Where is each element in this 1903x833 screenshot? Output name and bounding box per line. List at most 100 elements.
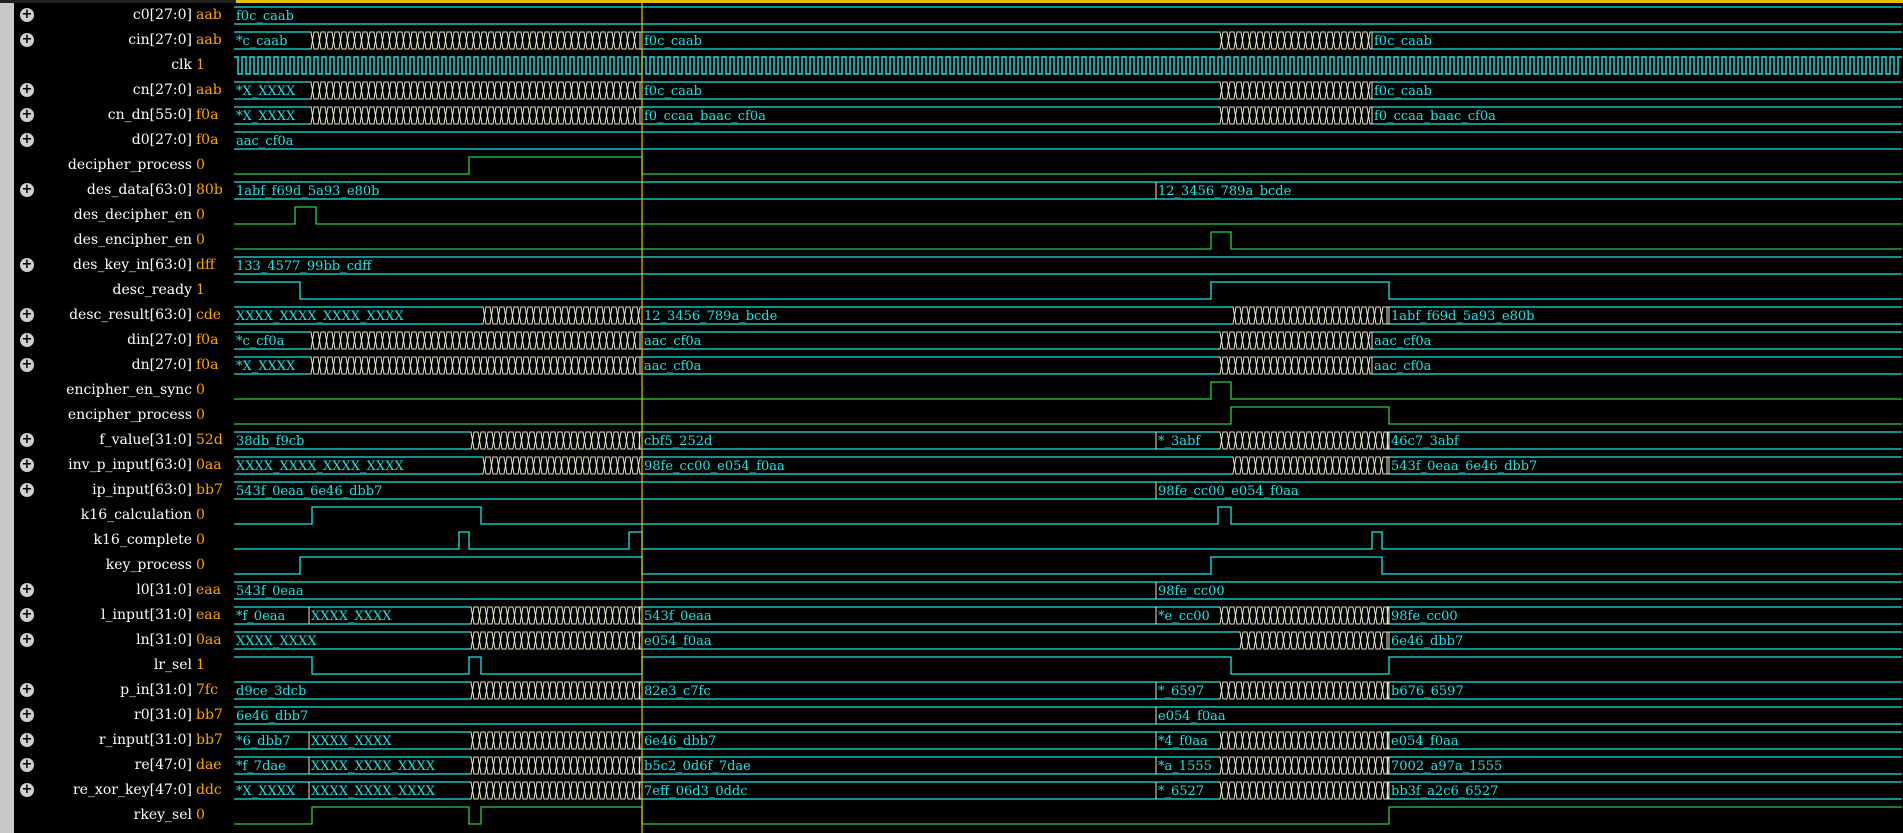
- signal-row[interactable]: + des_data[63:0] 80b: [14, 178, 234, 203]
- signal-row[interactable]: + inv_p_input[63:0] 0aa: [14, 453, 234, 478]
- signal-row[interactable]: k16_calculation 0: [14, 503, 234, 528]
- expand-icon[interactable]: +: [20, 708, 34, 722]
- bus-value-label: 98fe_cc00_e054_f0aa: [644, 459, 785, 474]
- bus-value-label: *X_XXXX: [236, 784, 296, 799]
- bus-transition: [1218, 681, 1389, 700]
- bus-value-label: aac_cf0a: [644, 359, 702, 374]
- expand-icon[interactable]: +: [20, 758, 34, 772]
- waveform-encipher_process: [234, 406, 1902, 425]
- signal-value: ddc: [196, 782, 222, 798]
- waveform-inv_p_input: XXXX_XXXX_XXXX_XXXX 98fe_cc00_e054_f0aa 54…: [234, 456, 1902, 475]
- signal-row[interactable]: des_decipher_en 0: [14, 203, 234, 228]
- signal-row[interactable]: + cn[27:0] aab: [14, 78, 234, 103]
- signal-row[interactable]: + des_key_in[63:0] dff: [14, 253, 234, 278]
- signal-row[interactable]: key_process 0: [14, 553, 234, 578]
- expand-icon[interactable]: +: [20, 633, 34, 647]
- waveform-l0: 543f_0eaa 98fe_cc00: [234, 581, 1902, 600]
- waveform-ip_input: 543f_0eaa_6e46_dbb7 98fe_cc00_e054_f0aa: [234, 481, 1902, 500]
- signal-row[interactable]: rkey_sel 0: [14, 803, 234, 828]
- signal-row[interactable]: + r_input[31:0] bb7: [14, 728, 234, 753]
- signal-value: cde: [196, 307, 222, 323]
- bus-value-label: f0_ccaa_baac_cf0a: [1374, 109, 1496, 124]
- signal-row[interactable]: desc_ready 1: [14, 278, 234, 303]
- signal-row[interactable]: + c0[27:0] aab: [14, 3, 234, 28]
- signal-value: 0aa: [196, 632, 222, 648]
- expand-icon[interactable]: +: [20, 733, 34, 747]
- signal-row[interactable]: + re[47:0] dae: [14, 753, 234, 778]
- expand-icon[interactable]: +: [20, 683, 34, 697]
- waveform-panel[interactable]: f0c_caab *c_caab f0c_caab f0c_caab *X_XXXX f0…: [234, 0, 1903, 833]
- expand-icon[interactable]: +: [20, 458, 34, 472]
- expand-icon[interactable]: +: [20, 483, 34, 497]
- bus-transition: [1238, 631, 1389, 650]
- signal-value: bb7: [196, 482, 223, 498]
- expand-icon[interactable]: +: [20, 258, 34, 272]
- signal-row[interactable]: + d0[27:0] f0a: [14, 128, 234, 153]
- signal-row[interactable]: + l_input[31:0] eaa: [14, 603, 234, 628]
- expand-icon[interactable]: +: [20, 333, 34, 347]
- bus-value-label: 6e46_dbb7: [644, 734, 716, 749]
- expand-icon[interactable]: +: [20, 783, 34, 797]
- signal-row[interactable]: + cn_dn[55:0] f0a: [14, 103, 234, 128]
- bus-value-label: 12_3456_789a_bcde: [644, 309, 778, 324]
- signal-row[interactable]: lr_sel 1: [14, 653, 234, 678]
- signal-name: des_decipher_en: [73, 207, 192, 223]
- signal-row[interactable]: + dn[27:0] f0a: [14, 353, 234, 378]
- signal-value: aab: [196, 7, 222, 23]
- signal-row[interactable]: + ip_input[63:0] bb7: [14, 478, 234, 503]
- expand-icon[interactable]: +: [20, 433, 34, 447]
- signal-row[interactable]: encipher_en_sync 0: [14, 378, 234, 403]
- waveform-l_input: *f_0eaa XXXX_XXXX 543f_0eaa *e_cc00 98fe_cc0…: [234, 606, 1902, 625]
- signal-row[interactable]: + re_xor_key[47:0] ddc: [14, 778, 234, 803]
- expand-icon[interactable]: +: [20, 83, 34, 97]
- signal-row[interactable]: + p_in[31:0] 7fc: [14, 678, 234, 703]
- signal-row[interactable]: encipher_process 0: [14, 403, 234, 428]
- signal-row[interactable]: + desc_result[63:0] cde: [14, 303, 234, 328]
- expand-icon[interactable]: +: [20, 33, 34, 47]
- expand-icon[interactable]: +: [20, 8, 34, 22]
- signal-row[interactable]: + l0[31:0] eaa: [14, 578, 234, 603]
- expand-icon[interactable]: +: [20, 308, 34, 322]
- bus-value-label: d9ce_3dcb: [236, 684, 306, 699]
- signal-row[interactable]: des_encipher_en 0: [14, 228, 234, 253]
- signal-row[interactable]: decipher_process 0: [14, 153, 234, 178]
- bus-value-label: XXXX_XXXX_XXXX: [311, 759, 436, 774]
- waveform-dn: *X_XXXX aac_cf0a aac_cf0a: [234, 356, 1902, 375]
- expand-icon[interactable]: +: [20, 133, 34, 147]
- expand-icon[interactable]: +: [20, 583, 34, 597]
- bus-value-label: 38db_f9cb: [236, 434, 304, 449]
- waveform-desc_ready: [234, 281, 1902, 300]
- waveform-ln: XXXX_XXXX e054_f0aa 6e46_dbb7: [234, 631, 1902, 650]
- signal-row[interactable]: + f_value[31:0] 52d: [14, 428, 234, 453]
- expand-icon[interactable]: +: [20, 108, 34, 122]
- signal-name: dn[27:0]: [131, 357, 192, 373]
- signal-value: 1: [196, 57, 205, 73]
- signal-row[interactable]: k16_complete 0: [14, 528, 234, 553]
- signal-row[interactable]: + din[27:0] f0a: [14, 328, 234, 353]
- level-trace: [234, 156, 1902, 175]
- signal-row[interactable]: clk 1: [14, 53, 234, 78]
- bus-value-label: bb3f_a2c6_6527: [1391, 784, 1498, 799]
- bus-value-label: *a_1555: [1158, 759, 1212, 774]
- signal-row[interactable]: + ln[31:0] 0aa: [14, 628, 234, 653]
- bus-transition: [469, 781, 642, 800]
- signal-name: din[27:0]: [127, 332, 192, 348]
- bus-transition: [1218, 356, 1372, 375]
- expand-icon[interactable]: +: [20, 608, 34, 622]
- signal-name: cin[27:0]: [128, 32, 192, 48]
- waveform-des_encipher_en: [234, 231, 1902, 250]
- signal-name: des_data[63:0]: [86, 182, 192, 198]
- expand-icon[interactable]: +: [20, 358, 34, 372]
- signal-name: re[47:0]: [134, 757, 192, 773]
- bus-value-label: *f_7dae: [236, 759, 286, 774]
- signal-name: inv_p_input[63:0]: [68, 457, 192, 473]
- waveform-des_decipher_en: [234, 206, 1902, 225]
- waveform-clk: [234, 56, 1902, 75]
- signal-row[interactable]: + r0[31:0] bb7: [14, 703, 234, 728]
- expand-icon[interactable]: +: [20, 183, 34, 197]
- waveform-cn_dn: *X_XXXX f0_ccaa_baac_cf0a f0_ccaa_baac_cf0…: [234, 106, 1902, 125]
- signal-name: decipher_process: [67, 157, 192, 173]
- bus-value-label: *4_f0aa: [1158, 734, 1208, 749]
- signal-row[interactable]: + cin[27:0] aab: [14, 28, 234, 53]
- signal-name: k16_calculation: [80, 507, 192, 523]
